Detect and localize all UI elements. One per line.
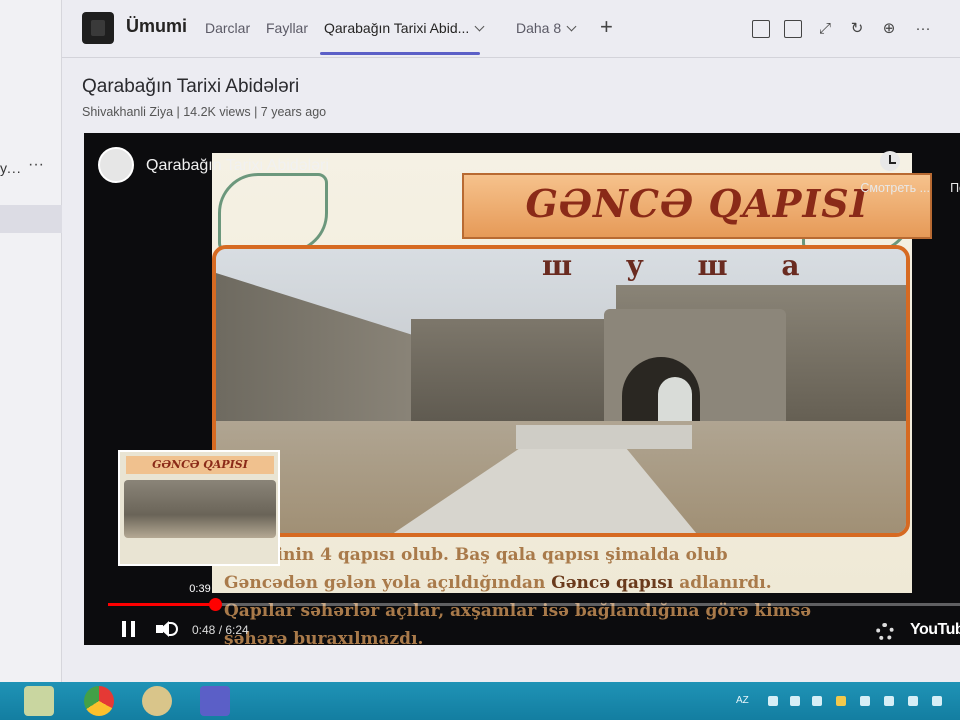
windows-taskbar: AZ xyxy=(0,682,960,720)
photo-wall-mid xyxy=(411,319,621,423)
channel-header: Ümumi Darclar Fayllar Qarabağın Tarixi A… xyxy=(62,0,960,58)
active-tab-indicator xyxy=(320,52,480,55)
video-meta: Shivakhanli Ziya | 14.2K views | 7 years… xyxy=(82,105,327,119)
more-actions-icon[interactable]: ··· xyxy=(914,20,932,38)
left-pane: y... ··· xyxy=(0,0,62,690)
signal-icon[interactable] xyxy=(908,696,918,706)
tray-icon[interactable] xyxy=(790,696,800,706)
conversation-icon[interactable] xyxy=(784,20,802,38)
teams-icon[interactable] xyxy=(200,686,230,716)
chevron-down-icon xyxy=(566,21,577,32)
caption-line: şəhərə buraxılmazdı. xyxy=(224,629,424,645)
tray-icon[interactable] xyxy=(860,696,870,706)
channel-avatar[interactable] xyxy=(98,147,134,183)
team-logo xyxy=(82,12,114,44)
tab-video-label: Qarabağın Tarixi Abid... xyxy=(324,20,470,36)
pause-icon[interactable] xyxy=(122,621,136,637)
slide-photo: ш у ш а xyxy=(212,245,910,537)
tab-video[interactable]: Qarabağın Tarixi Abid... xyxy=(324,20,485,36)
channel-name: Ümumi xyxy=(126,16,188,36)
explorer-icon[interactable] xyxy=(24,686,54,716)
time-display: 0:48 / 6:24 xyxy=(192,623,249,637)
photo-steps xyxy=(516,425,692,449)
ornament-left xyxy=(218,173,328,253)
more-options-icon[interactable]: ··· xyxy=(28,156,44,174)
chrome-icon[interactable] xyxy=(84,686,114,716)
volume-icon-wave xyxy=(168,622,178,636)
seek-preview-time: 0:39 xyxy=(189,583,211,595)
slide-caption: şəhərinin 4 qapısı olub. Baş qala qapısı… xyxy=(224,541,904,645)
volume-icon[interactable] xyxy=(156,619,178,639)
caption-line: adlanırdı. xyxy=(673,573,772,593)
open-external-icon[interactable] xyxy=(752,20,770,38)
chevron-down-icon[interactable] xyxy=(474,21,485,32)
expand-icon[interactable]: ⤢ xyxy=(816,20,834,38)
video-title: Qarabağın Tarixi Abidələri xyxy=(82,76,300,97)
progress-scrubber[interactable] xyxy=(209,598,222,611)
add-tab-button[interactable]: + xyxy=(600,14,613,40)
tray-icon[interactable] xyxy=(768,696,778,706)
caption-line: şəhərinin 4 qapısı olub. Baş qala qapısı… xyxy=(224,545,728,565)
share-label[interactable]: По xyxy=(950,181,960,195)
selected-list-item[interactable] xyxy=(0,205,62,233)
globe-icon[interactable]: ⊕ xyxy=(880,20,898,38)
video-frame: GƏNCƏ QAPISI ш у ш а şəhərinin 4 qapısı … xyxy=(212,153,932,645)
settings-gear-icon[interactable] xyxy=(876,623,894,641)
speaker-icon[interactable] xyxy=(932,696,942,706)
progress-bar-played xyxy=(108,603,215,606)
app-icon[interactable] xyxy=(142,686,172,716)
video-player[interactable]: GƏNCƏ QAPISI ш у ш а şəhərinin 4 qapısı … xyxy=(84,133,960,645)
tab-more-label: Daha 8 xyxy=(516,20,562,36)
network-icon[interactable] xyxy=(884,696,894,706)
watch-later-label[interactable]: Смотреть ... xyxy=(860,181,930,195)
tab-fayllar[interactable]: Fayllar xyxy=(266,20,308,36)
preview-image xyxy=(124,480,276,538)
tray-icon[interactable] xyxy=(836,696,846,706)
youtube-logo[interactable]: YouTube xyxy=(910,621,960,639)
refresh-icon[interactable]: ↻ xyxy=(848,20,866,38)
tab-content: Qarabağın Tarixi Abidələri Shivakhanli Z… xyxy=(62,58,960,690)
tab-more[interactable]: Daha 8 xyxy=(516,20,577,36)
tray-icon[interactable] xyxy=(812,696,822,706)
seek-preview-thumbnail: GƏNCƏ QAPISI xyxy=(118,450,280,566)
truncated-post-text: y... xyxy=(0,160,22,176)
keyboard-language[interactable]: AZ xyxy=(736,695,749,706)
tab-darclar[interactable]: Darclar xyxy=(205,20,250,36)
watch-later-icon[interactable] xyxy=(880,151,900,171)
preview-banner-text: GƏNCƏ QAPISI xyxy=(126,456,274,474)
caption-highlight: Gəncə qapısı xyxy=(551,573,674,593)
progress-bar[interactable] xyxy=(108,603,960,606)
player-video-title[interactable]: Qarabağın Tarixi Abidələri xyxy=(146,157,329,175)
photo-arch-opening xyxy=(658,377,692,423)
photo-sign-letters: ш у ш а xyxy=(542,249,822,282)
